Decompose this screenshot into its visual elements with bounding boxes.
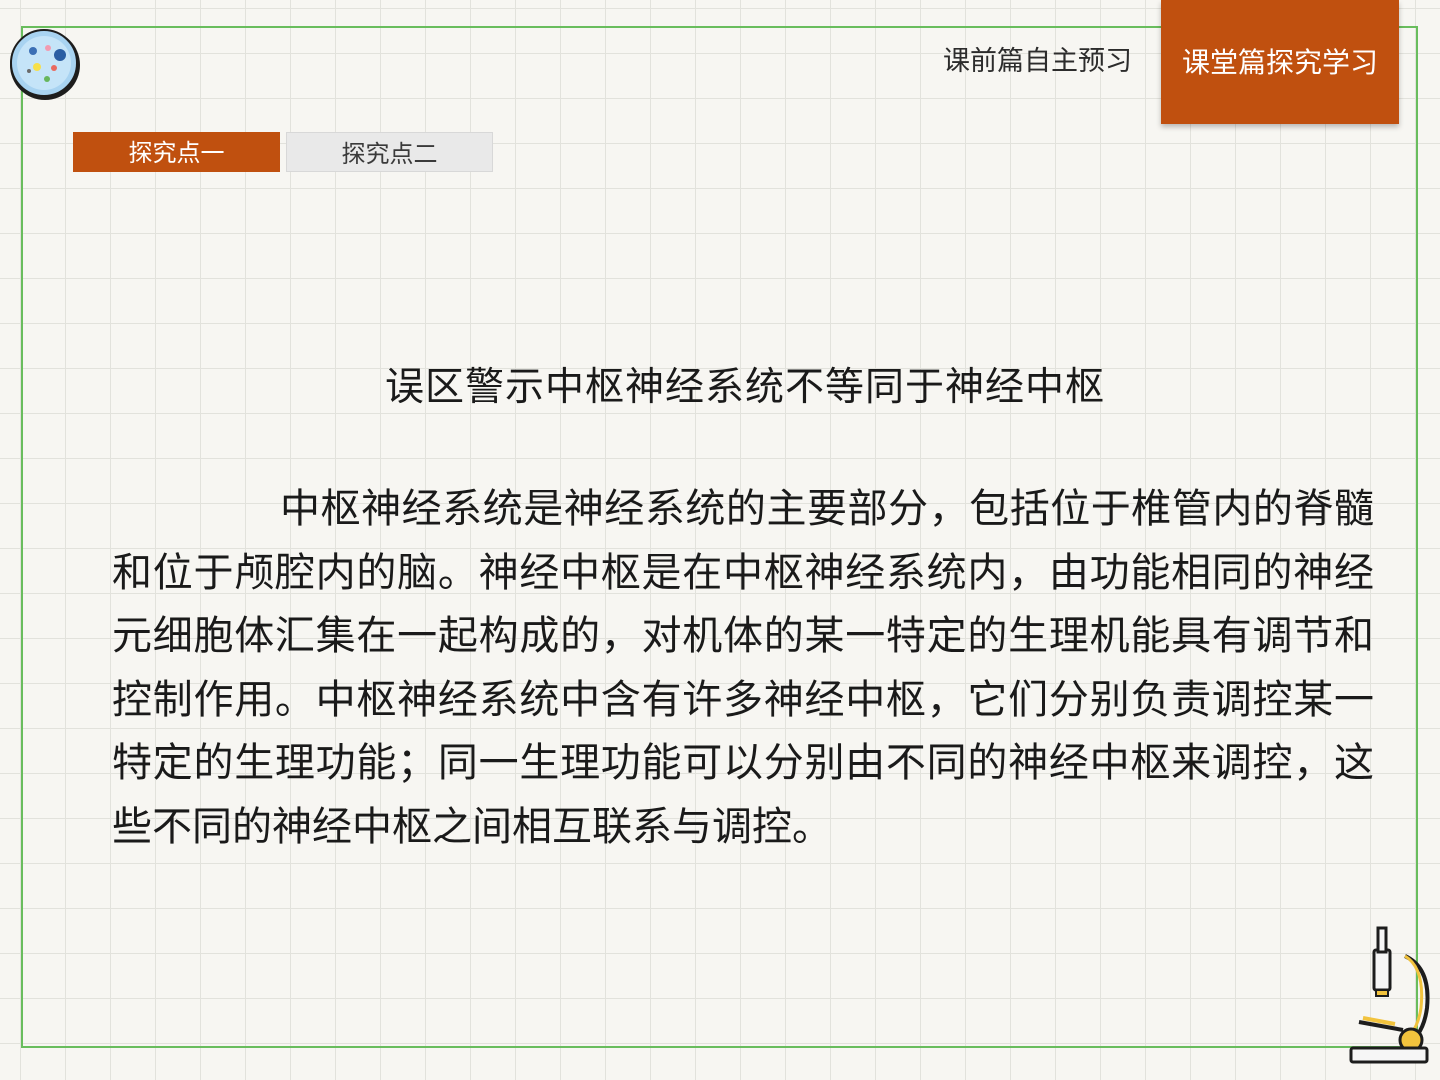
body-paragraph: 中枢神经系统是神经系统的主要部分，包括位于椎管内的脊髓和位于颅腔内的脑。神经中枢… xyxy=(112,486,1374,850)
tab-inquiry-1[interactable]: 探究点一 xyxy=(73,132,280,172)
section-heading: 误区警示中枢神经系统不等同于神经中枢 xyxy=(384,365,1105,410)
microscope-icon xyxy=(1349,926,1430,1064)
tab-inquiry-2[interactable]: 探究点二 xyxy=(286,132,493,172)
petri-dish-icon xyxy=(10,29,80,100)
nav-preview-link[interactable]: 课前篇自主预习 xyxy=(930,40,1145,84)
nav-class-study-tab[interactable]: 课堂篇探究学习 xyxy=(1161,0,1399,124)
